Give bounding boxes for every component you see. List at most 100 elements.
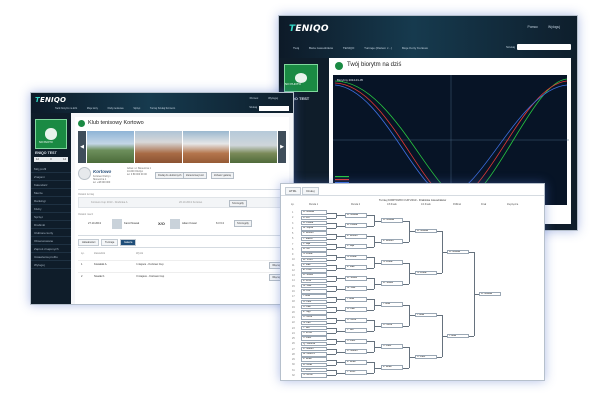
bracket-player-box[interactable]: D. Sowa: [345, 275, 367, 281]
player-left-name[interactable]: Kamil Nowak: [124, 222, 139, 225]
gallery-prev-button[interactable]: ◀: [78, 131, 86, 163]
help-link[interactable]: Pomoc: [527, 25, 538, 29]
nav-item[interactable]: Twój: [293, 46, 299, 50]
bracket-player-box[interactable]: W. Pióro: [301, 257, 327, 263]
favorite-button[interactable]: Dodaj do ulubionych: [155, 172, 185, 179]
sidebar-item[interactable]: Mecze: [31, 189, 71, 197]
bracket-player-box[interactable]: P. Wiatr: [381, 365, 403, 370]
count-badge[interactable]: 12: [36, 158, 39, 161]
nav-item[interactable]: TENIQO: [343, 46, 355, 50]
nav-item[interactable]: Baza zawodników: [309, 46, 333, 50]
bracket-player-box[interactable]: H. Kot: [301, 289, 327, 294]
bracket-player-box[interactable]: X. Lato: [415, 354, 437, 360]
bracket-player-box[interactable]: R. Grad: [301, 362, 327, 368]
bracket-player-box[interactable]: P. Wolski: [301, 231, 327, 236]
bracket-player-box[interactable]: P. Wiatr: [345, 359, 367, 365]
sidebar-item[interactable]: Rankingi: [31, 197, 71, 205]
nav-item[interactable]: Tacik biorytm na dziś: [55, 107, 77, 110]
gallery-button[interactable]: Zobacz galerię: [211, 172, 235, 179]
bracket-player-box[interactable]: B. Kowal: [345, 223, 367, 229]
gallery-photo[interactable]: [87, 131, 134, 163]
sidebar-item[interactable]: Wyloguj: [31, 261, 71, 269]
bracket-player-box[interactable]: P. Wolski: [381, 239, 403, 244]
bracket-player-box[interactable]: C. Góra: [301, 315, 327, 320]
tab-news[interactable]: Aktualności: [78, 239, 100, 246]
bracket-player-box[interactable]: S. Duda: [301, 252, 327, 257]
last-tournament-name[interactable]: Kortowo Cup 2013 - Drabinka A: [91, 201, 127, 204]
bracket-player-box[interactable]: A. Nowak: [447, 249, 469, 255]
logout-link[interactable]: Wyloguj: [548, 25, 560, 29]
sidebar-item[interactable]: Kluby: [31, 205, 71, 213]
bracket-player-box[interactable]: A. Nowak: [415, 228, 437, 234]
match-details-button[interactable]: Szczegóły: [234, 220, 252, 227]
nav-item[interactable]: Sprzęt: [133, 107, 140, 110]
bracket-player-box[interactable]: Z. Sęp: [301, 310, 327, 315]
bracket-player-box[interactable]: K. Jesień: [301, 346, 327, 352]
nav-item[interactable]: Moje korty: [87, 107, 98, 110]
table-row[interactable]: 2 Nowak K. II miejsce - Kortowo Cup Więc…: [78, 272, 286, 281]
bracket-player-box[interactable]: T. Mazur: [301, 236, 327, 242]
bracket-player-box[interactable]: O. Lew: [301, 299, 327, 305]
bracket-player-box[interactable]: I. Mak: [381, 302, 403, 307]
sidebar-item[interactable]: Ustawienia profilu: [31, 253, 71, 261]
bracket-player-box[interactable]: E. Krok: [301, 268, 327, 273]
logout-link[interactable]: Wyloguj: [268, 96, 278, 100]
tab-print[interactable]: Drukuj: [302, 187, 319, 195]
bracket-player-box[interactable]: A. Nowak: [345, 212, 367, 218]
reserve-court-button[interactable]: Zarezerwuj kort: [183, 172, 207, 179]
bracket-player-box[interactable]: N. Las: [301, 320, 327, 326]
sidebar-item[interactable]: Zaproś znajomych: [31, 245, 71, 253]
bracket-player-box[interactable]: D. Sowa: [301, 273, 327, 278]
sidebar-item[interactable]: Kalendarz: [31, 181, 71, 189]
brand-logo[interactable]: TENIQO: [35, 96, 66, 104]
tab-gallery[interactable]: Galeria: [120, 239, 137, 246]
bracket-player-box[interactable]: S. Duda: [345, 254, 367, 260]
sidebar-item[interactable]: Mój profil: [31, 165, 71, 173]
profile-photo[interactable]: [35, 119, 67, 149]
bracket-player-box[interactable]: U. Żak: [301, 304, 327, 310]
table-row[interactable]: 1 Kowalski A. I miejsce - Kortowo Cup Wi…: [78, 260, 286, 269]
bracket-player-box[interactable]: L. Rak: [345, 265, 367, 271]
sidebar-item[interactable]: Obserwowane: [31, 237, 71, 245]
bracket-player-box[interactable]: G. Wilk: [301, 283, 327, 289]
tab-html[interactable]: HTML: [285, 187, 301, 195]
bracket-player-box[interactable]: C. Góra: [345, 317, 367, 323]
bracket-player-box[interactable]: C. Góra: [381, 323, 403, 328]
bracket-player-box[interactable]: M. Zięba: [301, 226, 327, 231]
nav-item[interactable]: Turnieje (Razem z...): [364, 46, 392, 50]
bracket-player-box[interactable]: G. Wilk: [345, 286, 367, 292]
nav-item[interactable]: Kluby tenisowe: [108, 107, 124, 110]
brand-logo[interactable]: TENIQO: [289, 24, 329, 34]
bracket-player-box[interactable]: F. Kruk: [301, 278, 327, 284]
player-right-name[interactable]: Adam Kowal: [182, 222, 197, 225]
bracket-player-box[interactable]: T. Mróz: [345, 370, 367, 376]
gallery-photo[interactable]: [230, 131, 277, 163]
bracket-player-box[interactable]: U. Żak: [345, 307, 367, 313]
bracket-player-box[interactable]: I. Mak: [415, 312, 437, 318]
bracket-player-box[interactable]: D. Sowa: [381, 281, 403, 286]
bracket-player-box[interactable]: X. Lato: [301, 336, 327, 341]
bracket-player-box[interactable]: A. Nowak: [301, 210, 327, 215]
nav-item[interactable]: Turniej Szukaj Szczecin: [150, 107, 175, 110]
bracket-player-box[interactable]: X. Lato: [345, 338, 367, 344]
bracket-player-box[interactable]: L. Rak: [301, 262, 327, 268]
sidebar-item[interactable]: Znajomi: [31, 173, 71, 181]
bracket-player-box[interactable]: V. Zima: [301, 331, 327, 336]
bracket-player-box[interactable]: P. Wiatr: [301, 357, 327, 362]
bracket-player-box[interactable]: Y. Bór: [301, 325, 327, 331]
count-badge[interactable]: 0: [50, 158, 51, 161]
bracket-player-box[interactable]: K. Jesień: [345, 349, 367, 355]
bracket-player-box[interactable]: A. Nowak: [381, 218, 403, 223]
bracket-player-box[interactable]: Y. Bór: [345, 328, 367, 334]
tournament-details-button[interactable]: Szczegóły: [229, 200, 247, 207]
bracket-player-box[interactable]: M. Deszcz: [301, 352, 327, 357]
bracket-player-box[interactable]: A. Nowak: [479, 291, 501, 297]
bracket-player-box[interactable]: S. Duda: [381, 260, 403, 265]
bracket-player-box[interactable]: T. Mróz: [301, 367, 327, 373]
bracket-player-box[interactable]: I. Mak: [301, 294, 327, 299]
profile-photo[interactable]: [284, 64, 318, 92]
bracket-player-box[interactable]: S. Szron: [301, 373, 327, 378]
bracket-player-box[interactable]: K. Lis: [301, 215, 327, 221]
bracket-player-box[interactable]: R. Gil: [301, 247, 327, 252]
search-input[interactable]: [517, 44, 571, 50]
